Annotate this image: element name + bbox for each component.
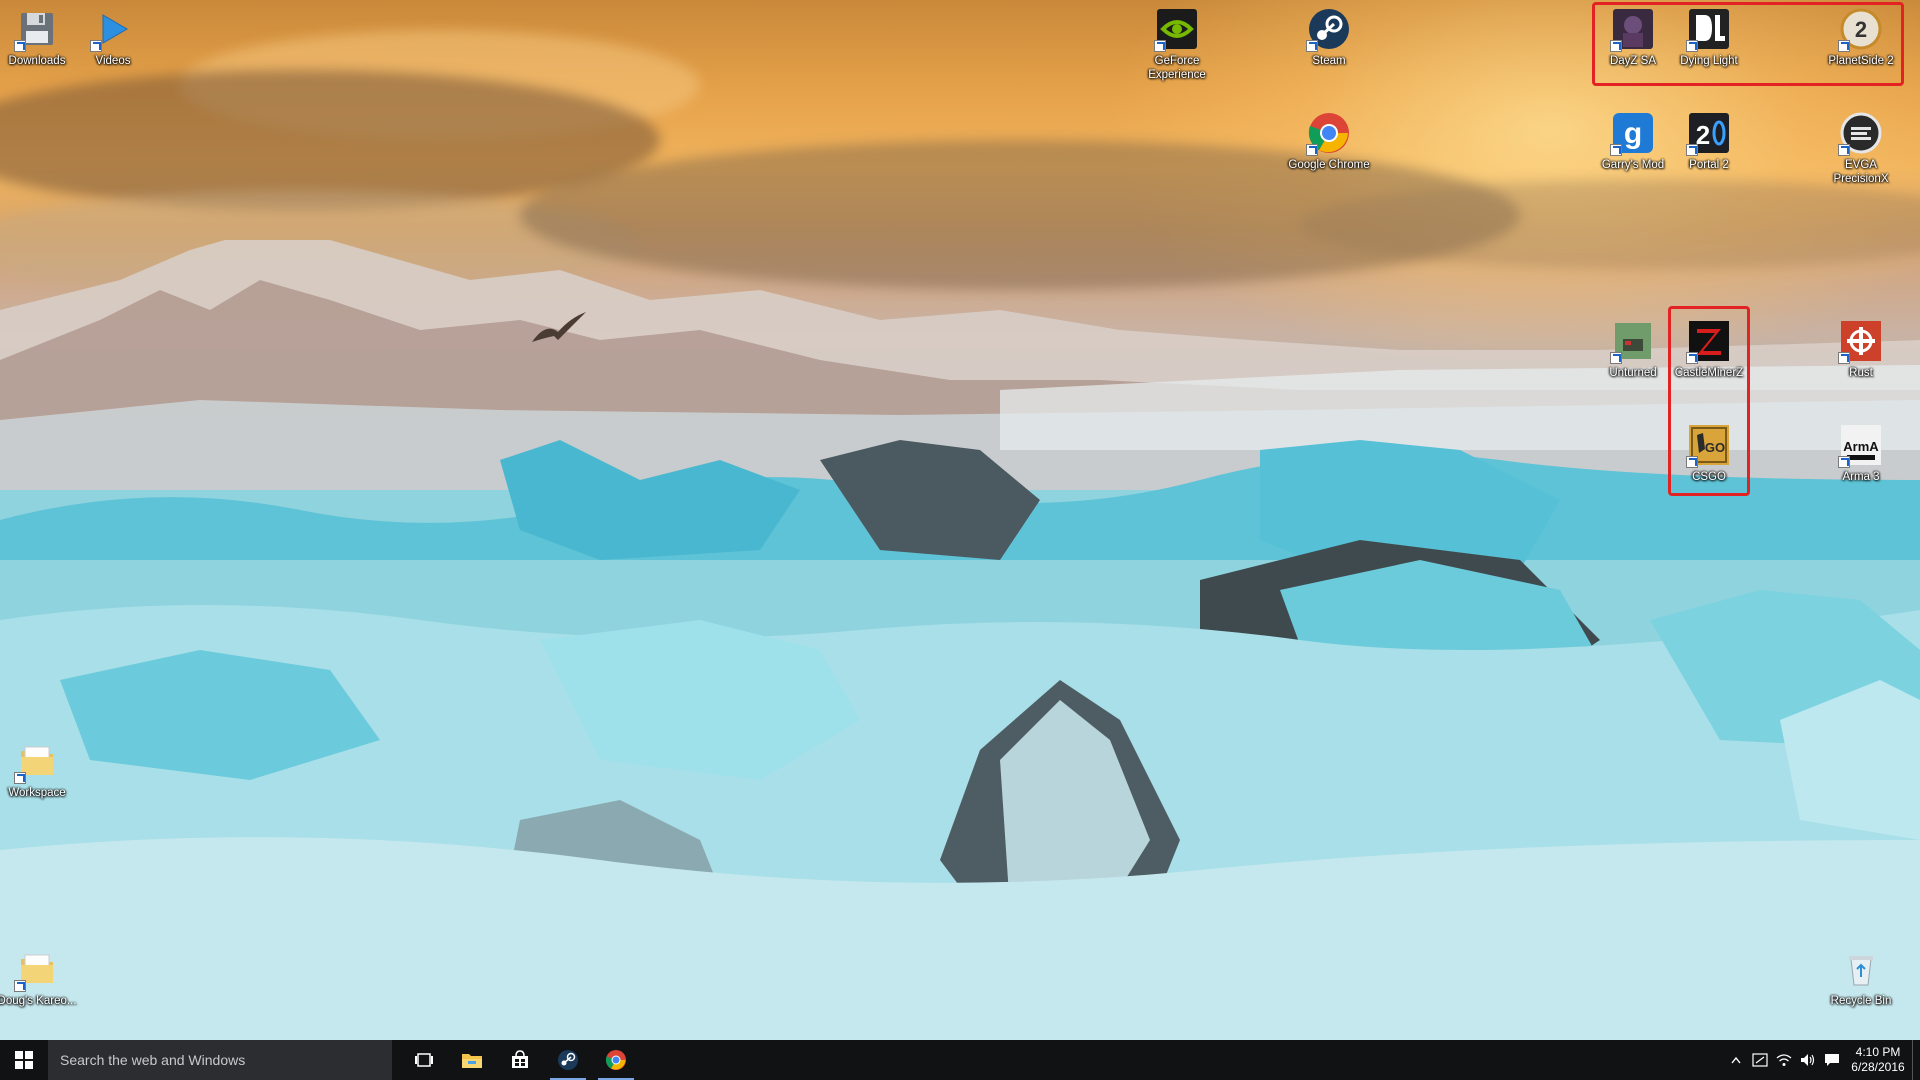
- icon-label: Workspace: [8, 787, 66, 799]
- icebergs-scenery: [0, 440, 1920, 1040]
- folder-icon: [14, 946, 60, 992]
- garrys-mod-icon: g: [1610, 110, 1656, 156]
- desktop-icon-portal-2[interactable]: 2 Portal 2: [1672, 110, 1746, 190]
- desktop-icon-rust[interactable]: Rust: [1824, 318, 1898, 398]
- chrome-icon: [1306, 110, 1352, 156]
- task-view-button[interactable]: [400, 1040, 448, 1080]
- recycle-bin-icon: [1838, 946, 1884, 992]
- desktop-icon-downloads[interactable]: Downloads: [0, 6, 74, 86]
- desktop-icon-evga-precisionx[interactable]: EVGA PrecisionX: [1824, 110, 1898, 190]
- icon-label: Downloads: [8, 55, 66, 67]
- action-center-button[interactable]: [1820, 1040, 1844, 1080]
- tray-app-button[interactable]: [1748, 1040, 1772, 1080]
- desktop-icon-steam[interactable]: Steam: [1292, 6, 1366, 86]
- desktop-icon-workspace[interactable]: Workspace: [0, 738, 74, 818]
- show-hidden-icons-button[interactable]: [1724, 1040, 1748, 1080]
- desktop-icon-videos[interactable]: Videos: [76, 6, 150, 86]
- notification-icon: [1825, 1054, 1839, 1066]
- desktop-icon-google-chrome[interactable]: Google Chrome: [1288, 110, 1370, 190]
- file-explorer-button[interactable]: [448, 1040, 496, 1080]
- icon-label: Google Chrome: [1288, 159, 1370, 171]
- shortcut-arrow-icon: [1610, 144, 1622, 156]
- floppy-disk-icon: [14, 6, 60, 52]
- icon-label: Arma 3: [1842, 471, 1880, 483]
- icon-label: Doug's Kareo...: [0, 995, 77, 1007]
- desktop-icon-unturned[interactable]: Unturned: [1596, 318, 1670, 398]
- chevron-up-icon: [1731, 1056, 1741, 1064]
- desktop-icon-arma-3[interactable]: ArmA Arma 3: [1824, 422, 1898, 502]
- tablet-mode-icon: [1752, 1053, 1768, 1067]
- shortcut-arrow-icon: [1686, 144, 1698, 156]
- steam-icon: [558, 1050, 578, 1070]
- clock-date: 6/28/2016: [1851, 1060, 1905, 1074]
- rust-icon: [1838, 318, 1884, 364]
- shortcut-arrow-icon: [1838, 352, 1850, 364]
- windows-logo-icon: [15, 1051, 33, 1069]
- volume-button[interactable]: [1796, 1040, 1820, 1080]
- desktop-icon-recycle-bin[interactable]: Recycle Bin: [1824, 946, 1898, 1026]
- highlight-box-top-games: [1592, 2, 1904, 86]
- icon-label: Unturned: [1609, 367, 1657, 379]
- portal-2-icon: 2: [1686, 110, 1732, 156]
- store-button[interactable]: [496, 1040, 544, 1080]
- icon-label: EVGA PrecisionX: [1833, 159, 1889, 185]
- desktop-icon-dougs-kareo[interactable]: Doug's Kareo...: [0, 946, 76, 1026]
- icon-label: Videos: [95, 55, 131, 67]
- system-tray: 4:10 PM 6/28/2016: [1724, 1040, 1920, 1080]
- shortcut-arrow-icon: [14, 40, 26, 52]
- shortcut-arrow-icon: [1610, 352, 1622, 364]
- icon-label: GeForce Experience: [1148, 55, 1206, 81]
- search-placeholder: Search the web and Windows: [60, 1052, 246, 1068]
- wifi-icon: [1776, 1054, 1792, 1066]
- show-desktop-button[interactable]: [1912, 1040, 1920, 1080]
- steam-icon: [1306, 6, 1352, 52]
- network-button[interactable]: [1772, 1040, 1796, 1080]
- file-explorer-icon: [462, 1054, 482, 1068]
- shortcut-arrow-icon: [1306, 40, 1318, 52]
- chrome-icon: [605, 1050, 626, 1070]
- start-button[interactable]: [0, 1040, 48, 1080]
- shortcut-arrow-icon: [1838, 456, 1850, 468]
- taskbar: Search the web and Windows 4:10 PM 6/28/…: [0, 1040, 1920, 1080]
- shortcut-arrow-icon: [1838, 144, 1850, 156]
- taskbar-steam-button[interactable]: [544, 1040, 592, 1080]
- shortcut-arrow-icon: [14, 980, 26, 992]
- svg-text:ArmA: ArmA: [1843, 439, 1879, 454]
- desktop-icon-garrys-mod[interactable]: g Garry's Mod: [1596, 110, 1670, 190]
- shortcut-arrow-icon: [14, 772, 26, 784]
- folder-icon: [14, 738, 60, 784]
- play-icon: [90, 6, 136, 52]
- icon-label: Rust: [1849, 367, 1873, 379]
- arma-3-icon: ArmA: [1838, 422, 1884, 468]
- shortcut-arrow-icon: [1154, 40, 1166, 52]
- icon-label: Recycle Bin: [1830, 995, 1892, 1007]
- desktop-icon-geforce-experience[interactable]: GeForce Experience: [1140, 6, 1214, 86]
- shortcut-arrow-icon: [1306, 144, 1318, 156]
- seagull: [532, 312, 586, 342]
- store-icon: [512, 1050, 528, 1068]
- taskbar-clock[interactable]: 4:10 PM 6/28/2016: [1844, 1045, 1912, 1075]
- clock-time: 4:10 PM: [1855, 1045, 1901, 1059]
- evga-icon: [1838, 110, 1884, 156]
- task-view-icon: [415, 1053, 433, 1067]
- unturned-icon: [1610, 318, 1656, 364]
- nvidia-icon: [1154, 6, 1200, 52]
- highlight-box-middle-games: [1668, 306, 1750, 496]
- search-box[interactable]: Search the web and Windows: [48, 1040, 392, 1080]
- icon-label: Steam: [1312, 55, 1346, 67]
- shortcut-arrow-icon: [90, 40, 102, 52]
- icon-label: Portal 2: [1689, 159, 1729, 171]
- speaker-icon: [1801, 1054, 1815, 1066]
- icon-label: Garry's Mod: [1601, 159, 1665, 171]
- taskbar-chrome-button[interactable]: [592, 1040, 640, 1080]
- svg-text:g: g: [1624, 117, 1642, 150]
